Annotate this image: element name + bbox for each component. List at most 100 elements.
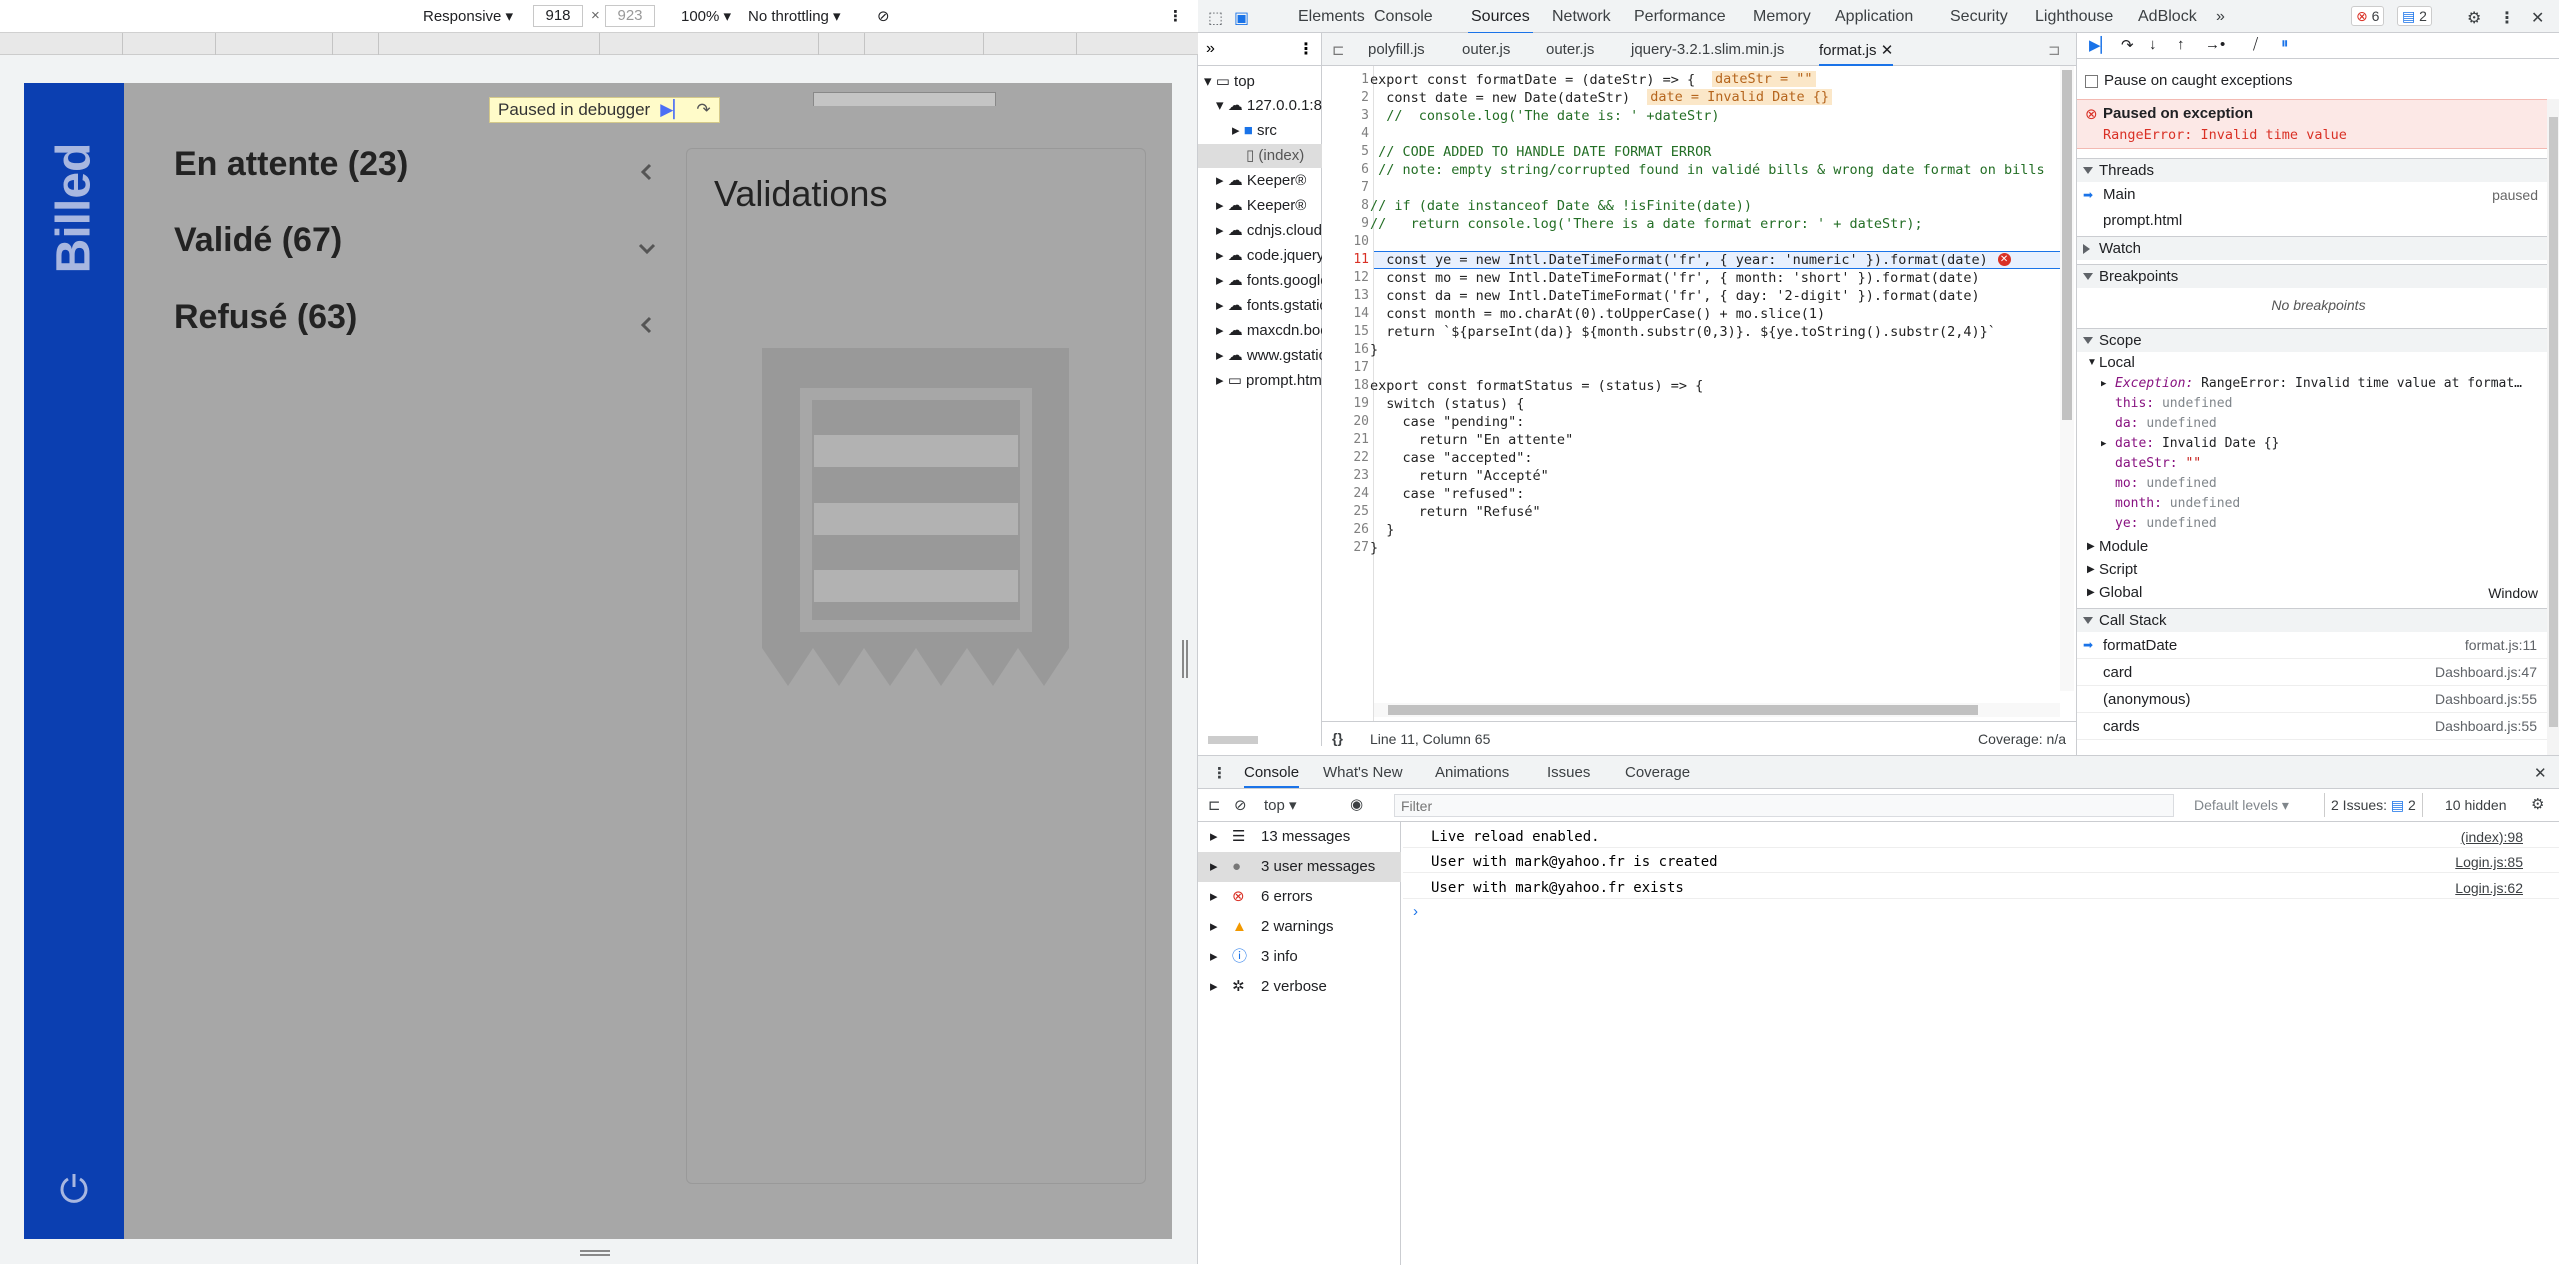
line-number[interactable]: 22 <box>1353 450 1369 465</box>
throttling-select[interactable]: No throttling ▾ <box>748 7 841 25</box>
threads-section[interactable]: Threads <box>2077 158 2559 182</box>
scope-variable[interactable]: ▶ date: Invalid Date {} <box>2077 434 2547 454</box>
tab-network[interactable]: Network <box>1552 8 1611 26</box>
bills-refused-header[interactable]: Refusé (63) <box>174 298 357 337</box>
tree-item[interactable]: ▸ ▭ prompt.html <box>1216 369 1322 393</box>
tree-item[interactable]: ▸ ☁ fonts.googleapis.com <box>1216 269 1322 293</box>
resume-icon[interactable]: ▶▏ <box>660 100 686 120</box>
call-frame[interactable]: (anonymous) Dashboard.js:55 <box>2077 686 2547 713</box>
tree-item[interactable]: ▾ ▭ top <box>1204 70 1322 94</box>
tree-item[interactable]: ▸ ☁ Keeper® <box>1216 169 1322 193</box>
file-tab[interactable]: jquery-3.2.1.slim.min.js <box>1631 41 1784 58</box>
drawer-tab-whats-new[interactable]: What's New <box>1323 764 1403 781</box>
width-resize-handle[interactable] <box>1182 640 1188 678</box>
line-number[interactable]: 27 <box>1353 540 1369 555</box>
close-icon[interactable]: ✕ <box>2531 8 2544 28</box>
line-number[interactable]: 10 <box>1353 234 1369 249</box>
device-mode-select[interactable]: Responsive ▾ <box>423 7 513 25</box>
step-icon[interactable]: →• <box>2205 36 2225 53</box>
drawer-tab-coverage[interactable]: Coverage <box>1625 764 1690 781</box>
line-number[interactable]: 1 <box>1361 72 1369 87</box>
console-sidebar-user-messages[interactable]: ▸ ● 3 user messages <box>1198 852 1401 882</box>
tab-performance[interactable]: Performance <box>1634 8 1726 26</box>
pretty-print-icon[interactable]: {} <box>1332 730 1343 746</box>
line-number[interactable]: 16 <box>1353 342 1369 357</box>
zoom-select[interactable]: 100% ▾ <box>681 7 731 25</box>
line-number[interactable]: 15 <box>1353 324 1369 339</box>
tree-item[interactable]: ▸ ☁ cdnjs.cloudflare.com <box>1216 219 1322 243</box>
toggle-debugger-icon[interactable]: ⊐ <box>2048 41 2061 59</box>
settings-icon[interactable]: ⚙ <box>2467 8 2481 28</box>
log-levels-select[interactable]: Default levels ▾ <box>2194 797 2289 814</box>
step-over-icon[interactable]: ↷ <box>2121 36 2134 54</box>
line-number[interactable]: 12 <box>1353 270 1369 285</box>
file-tab[interactable]: outer.js <box>1546 41 1594 58</box>
call-frame[interactable]: ➡ formatDate format.js:11 <box>2077 632 2547 659</box>
clear-console-icon[interactable]: ⊘ <box>1234 796 1247 814</box>
drawer-tab-animations[interactable]: Animations <box>1435 764 1509 781</box>
scope-variable[interactable]: mo: undefined <box>2077 474 2547 494</box>
inspect-icon[interactable]: ⬚ <box>1208 8 1223 28</box>
line-number[interactable]: 3 <box>1361 108 1369 123</box>
watch-section[interactable]: Watch <box>2077 236 2559 260</box>
drawer-menu-icon[interactable]: ⋮ <box>1212 764 1227 782</box>
step-over-icon[interactable]: ↷ <box>696 100 710 120</box>
live-expression-eye-icon[interactable]: ◉ <box>1350 795 1363 813</box>
debugger-scrollbar[interactable] <box>2547 99 2559 755</box>
console-sidebar-toggle-icon[interactable]: ⊏ <box>1208 796 1221 814</box>
console-sidebar-warnings[interactable]: ▸ ▲ 2 warnings <box>1198 912 1401 942</box>
tab-application[interactable]: Application <box>1835 8 1913 26</box>
line-number[interactable]: 24 <box>1353 486 1369 501</box>
step-into-icon[interactable]: ↓ <box>2149 36 2157 53</box>
tab-elements[interactable]: Elements <box>1298 8 1365 26</box>
scope-variable[interactable]: ye: undefined <box>2077 514 2547 534</box>
line-number[interactable]: 14 <box>1353 306 1369 321</box>
scope-script[interactable]: ▶ Script <box>2077 559 2559 581</box>
editor-hscrollbar[interactable] <box>1374 703 2060 717</box>
expand-icon[interactable]: ▶ <box>2101 374 2106 394</box>
scope-module[interactable]: ▶ Module <box>2077 536 2559 558</box>
tree-item[interactable]: ▯ (index) <box>1198 144 1322 168</box>
thread-prompt[interactable]: prompt.html <box>2077 208 2559 234</box>
breakpoints-section[interactable]: Breakpoints <box>2077 264 2559 288</box>
chevron-left-icon[interactable] <box>636 161 658 183</box>
viewport-width-input[interactable]: 918 <box>533 5 583 27</box>
step-out-icon[interactable]: ↑ <box>2177 36 2185 53</box>
line-number[interactable]: 11 <box>1353 252 1369 267</box>
drawer-tab-issues[interactable]: Issues <box>1547 764 1590 781</box>
checkbox[interactable] <box>2085 74 2098 88</box>
more-options-icon[interactable]: ⋮ <box>1168 7 1183 25</box>
tab-security[interactable]: Security <box>1950 8 2008 26</box>
file-tab-active[interactable]: format.js ✕ <box>1819 41 1894 66</box>
toggle-navigator-icon[interactable]: ⊏ <box>1332 41 1345 59</box>
console-filter-input[interactable] <box>1394 794 2174 817</box>
console-sidebar-info[interactable]: ▸ ⓘ 3 info <box>1198 942 1401 972</box>
scope-variable[interactable]: month: undefined <box>2077 494 2547 514</box>
bills-pending-header[interactable]: En attente (23) <box>174 145 408 184</box>
tree-item[interactable]: ▸ ☁ www.gstatic.com <box>1216 344 1322 368</box>
navigator-menu-icon[interactable]: ⋮ <box>1298 39 1314 59</box>
console-settings-icon[interactable]: ⚙ <box>2531 795 2544 813</box>
console-prompt[interactable]: › <box>1413 903 1418 920</box>
deactivate-breakpoints-icon[interactable]: ⧸ <box>2253 36 2258 53</box>
tab-sources[interactable]: Sources <box>1468 8 1533 34</box>
issues-counter[interactable]: 2 Issues: ▤ 2 <box>2324 793 2423 817</box>
console-message-source[interactable]: Login.js:62 <box>2455 880 2523 896</box>
navigator-more-icon[interactable]: » <box>1206 40 1215 58</box>
chevron-down-icon[interactable] <box>636 237 658 259</box>
line-number[interactable]: 6 <box>1361 162 1369 177</box>
scope-section[interactable]: Scope <box>2077 328 2559 352</box>
height-resize-handle[interactable] <box>580 1250 610 1256</box>
media-query-ruler[interactable] <box>0 33 1198 55</box>
issues-badge[interactable]: ▤ 2 <box>2397 6 2432 26</box>
call-frame[interactable]: cards Dashboard.js:55 <box>2077 713 2547 740</box>
device-toggle-icon[interactable]: ▣ <box>1234 8 1249 28</box>
line-number[interactable]: 23 <box>1353 468 1369 483</box>
line-number[interactable]: 5 <box>1361 144 1369 159</box>
viewport-height-input[interactable]: 923 <box>605 5 655 27</box>
context-select[interactable]: top ▾ <box>1264 796 1297 814</box>
power-icon[interactable] <box>56 1170 92 1206</box>
line-number[interactable]: 25 <box>1353 504 1369 519</box>
scope-variable[interactable]: dateStr: "" <box>2077 454 2547 474</box>
tree-item[interactable]: ▸ ☁ fonts.gstatic.com <box>1216 294 1322 318</box>
